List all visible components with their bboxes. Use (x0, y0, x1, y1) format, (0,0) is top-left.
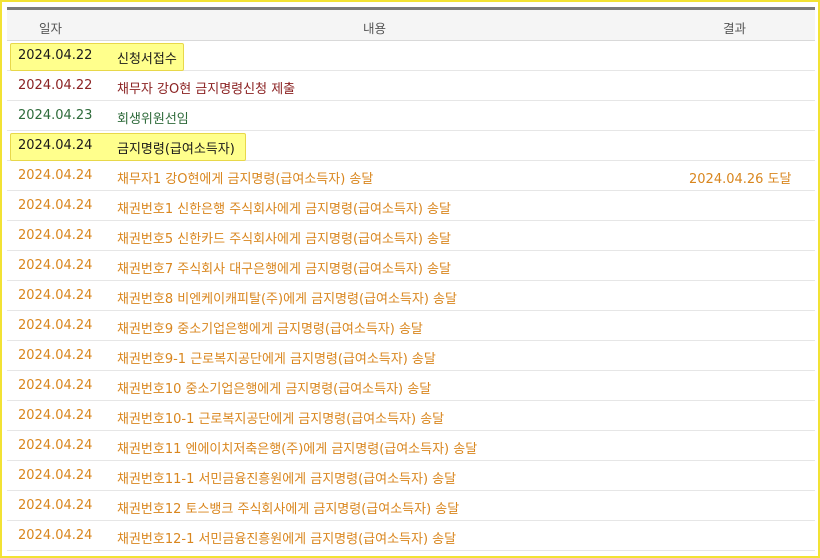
table-header: 일자 내용 결과 (7, 7, 815, 41)
row-content: 채권번호11 엔에이치저축은행(주)에게 금지명령(급여소득자) 송달 (117, 442, 478, 457)
row-content: 채권번호1 신한은행 주식회사에게 금지명령(급여소득자) 송달 (117, 202, 451, 217)
table-row: 2024.04.24 채무자1 강O현에게 금지명령(급여소득자) 송달 202… (7, 161, 815, 191)
row-date: 2024.04.24 (18, 378, 93, 393)
case-history-table: 일자 내용 결과 2024.04.22 신청서접수 2024.04.22 채무자… (7, 7, 815, 551)
row-date: 2024.04.24 (18, 348, 93, 363)
table-row: 2024.04.24 채권번호7 주식회사 대구은행에게 금지명령(급여소득자)… (7, 251, 815, 281)
row-date: 2024.04.24 (18, 318, 93, 333)
row-content: 채권번호12 토스뱅크 주식회사에게 금지명령(급여소득자) 송달 (117, 502, 460, 517)
row-date: 2024.04.24 (18, 288, 93, 303)
row-content: 회생위원선임 (117, 112, 189, 127)
row-date: 2024.04.24 (18, 198, 93, 213)
row-date: 2024.04.24 (18, 228, 93, 243)
table-row: 2024.04.24 채권번호12 토스뱅크 주식회사에게 금지명령(급여소득자… (7, 491, 815, 521)
case-history-panel: 일자 내용 결과 2024.04.22 신청서접수 2024.04.22 채무자… (0, 0, 820, 558)
row-content: 채권번호9-1 근로복지공단에게 금지명령(급여소득자) 송달 (117, 352, 436, 367)
table-row: 2024.04.22 신청서접수 (7, 41, 815, 71)
row-content: 채권번호5 신한카드 주식회사에게 금지명령(급여소득자) 송달 (117, 232, 451, 247)
table-row: 2024.04.24 채권번호9 중소기업은행에게 금지명령(급여소득자) 송달 (7, 311, 815, 341)
row-date: 2024.04.24 (18, 468, 93, 483)
row-date: 2024.04.24 (18, 408, 93, 423)
table-row: 2024.04.24 채권번호11 엔에이치저축은행(주)에게 금지명령(급여소… (7, 431, 815, 461)
row-date: 2024.04.23 (18, 108, 93, 123)
table-row: 2024.04.23 회생위원선임 (7, 101, 815, 131)
table-row: 2024.04.24 채권번호9-1 근로복지공단에게 금지명령(급여소득자) … (7, 341, 815, 371)
table-row: 2024.04.24 채권번호10-1 근로복지공단에게 금지명령(급여소득자)… (7, 401, 815, 431)
row-content: 채권번호8 비엔케이캐피탈(주)에게 금지명령(급여소득자) 송달 (117, 292, 457, 307)
table-row: 2024.04.24 채권번호11-1 서민금융진흥원에게 금지명령(급여소득자… (7, 461, 815, 491)
row-content: 채권번호10-1 근로복지공단에게 금지명령(급여소득자) 송달 (117, 412, 445, 427)
row-result: 2024.04.26 도달 (689, 172, 792, 187)
header-content: 내용 (363, 21, 387, 36)
row-date: 2024.04.24 (18, 168, 93, 183)
row-content: 채권번호11-1 서민금융진흥원에게 금지명령(급여소득자) 송달 (117, 472, 457, 487)
row-date: 2024.04.24 (18, 498, 93, 513)
row-content: 신청서접수 (117, 52, 177, 67)
row-date: 2024.04.24 (18, 438, 93, 453)
row-content: 채권번호9 중소기업은행에게 금지명령(급여소득자) 송달 (117, 322, 423, 337)
row-content: 채무자1 강O현에게 금지명령(급여소득자) 송달 (117, 172, 374, 187)
table-row: 2024.04.24 채권번호10 중소기업은행에게 금지명령(급여소득자) 송… (7, 371, 815, 401)
row-content: 채권번호7 주식회사 대구은행에게 금지명령(급여소득자) 송달 (117, 262, 451, 277)
row-content: 채권번호12-1 서민금융진흥원에게 금지명령(급여소득자) 송달 (117, 532, 457, 547)
row-date: 2024.04.24 (18, 528, 93, 543)
table-row: 2024.04.22 채무자 강O현 금지명령신청 제출 (7, 71, 815, 101)
row-date: 2024.04.22 (18, 48, 93, 63)
table-row: 2024.04.24 채권번호5 신한카드 주식회사에게 금지명령(급여소득자)… (7, 221, 815, 251)
row-date: 2024.04.24 (18, 138, 93, 153)
row-content: 채권번호10 중소기업은행에게 금지명령(급여소득자) 송달 (117, 382, 432, 397)
row-date: 2024.04.22 (18, 78, 93, 93)
header-date: 일자 (39, 21, 63, 36)
table-row: 2024.04.24 채권번호8 비엔케이캐피탈(주)에게 금지명령(급여소득자… (7, 281, 815, 311)
table-row: 2024.04.24 금지명령(급여소득자) (7, 131, 815, 161)
row-content: 채무자 강O현 금지명령신청 제출 (117, 82, 296, 97)
row-content: 금지명령(급여소득자) (117, 142, 235, 157)
table-row: 2024.04.24 채권번호1 신한은행 주식회사에게 금지명령(급여소득자)… (7, 191, 815, 221)
row-date: 2024.04.24 (18, 258, 93, 273)
table-row: 2024.04.24 채권번호12-1 서민금융진흥원에게 금지명령(급여소득자… (7, 521, 815, 551)
header-result: 결과 (723, 21, 747, 36)
